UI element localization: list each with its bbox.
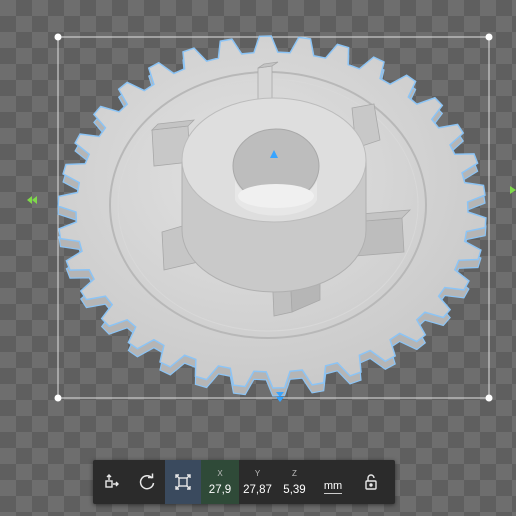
x-axis-handle-left[interactable] (27, 196, 37, 204)
unlock-icon (365, 474, 377, 490)
bbox-corner-bottom-left[interactable] (54, 394, 62, 402)
transform-toolbar: X 27,9 Y 27,87 Z 5,39 mm (93, 460, 395, 504)
dimension-z-label: Z (292, 469, 297, 478)
dimension-z[interactable]: Z 5,39 (276, 460, 313, 504)
dimension-x-label: X (217, 469, 223, 478)
bbox-corner-bottom-right[interactable] (485, 394, 493, 402)
rotate-icon (139, 473, 155, 490)
dimension-y-label: Y (254, 469, 261, 478)
dimension-y-value[interactable]: 27,87 (243, 484, 272, 496)
lock-proportions-button[interactable] (353, 460, 389, 504)
bbox-corner-top-right[interactable] (485, 33, 493, 41)
bbox-corner-top-left[interactable] (54, 33, 62, 41)
dimension-z-value[interactable]: 5,39 (283, 484, 305, 496)
dimension-y[interactable]: Y 27,87 (239, 460, 276, 504)
dimension-x-value[interactable]: 27,9 (209, 484, 231, 496)
move-icon (105, 474, 119, 488)
scale-button[interactable] (165, 460, 201, 504)
rotate-button[interactable] (129, 460, 165, 504)
unit-selector[interactable]: mm (313, 460, 353, 504)
unit-label[interactable]: mm (323, 480, 343, 494)
move-button[interactable] (93, 460, 129, 504)
scale-icon (175, 474, 191, 490)
gear-hub (181, 97, 367, 293)
dimension-x[interactable]: X 27,9 (201, 460, 239, 504)
z-axis-handle[interactable] (276, 392, 284, 402)
3d-viewport[interactable] (0, 0, 516, 516)
gear-model[interactable] (57, 35, 487, 389)
x-axis-handle-right[interactable] (510, 186, 516, 194)
